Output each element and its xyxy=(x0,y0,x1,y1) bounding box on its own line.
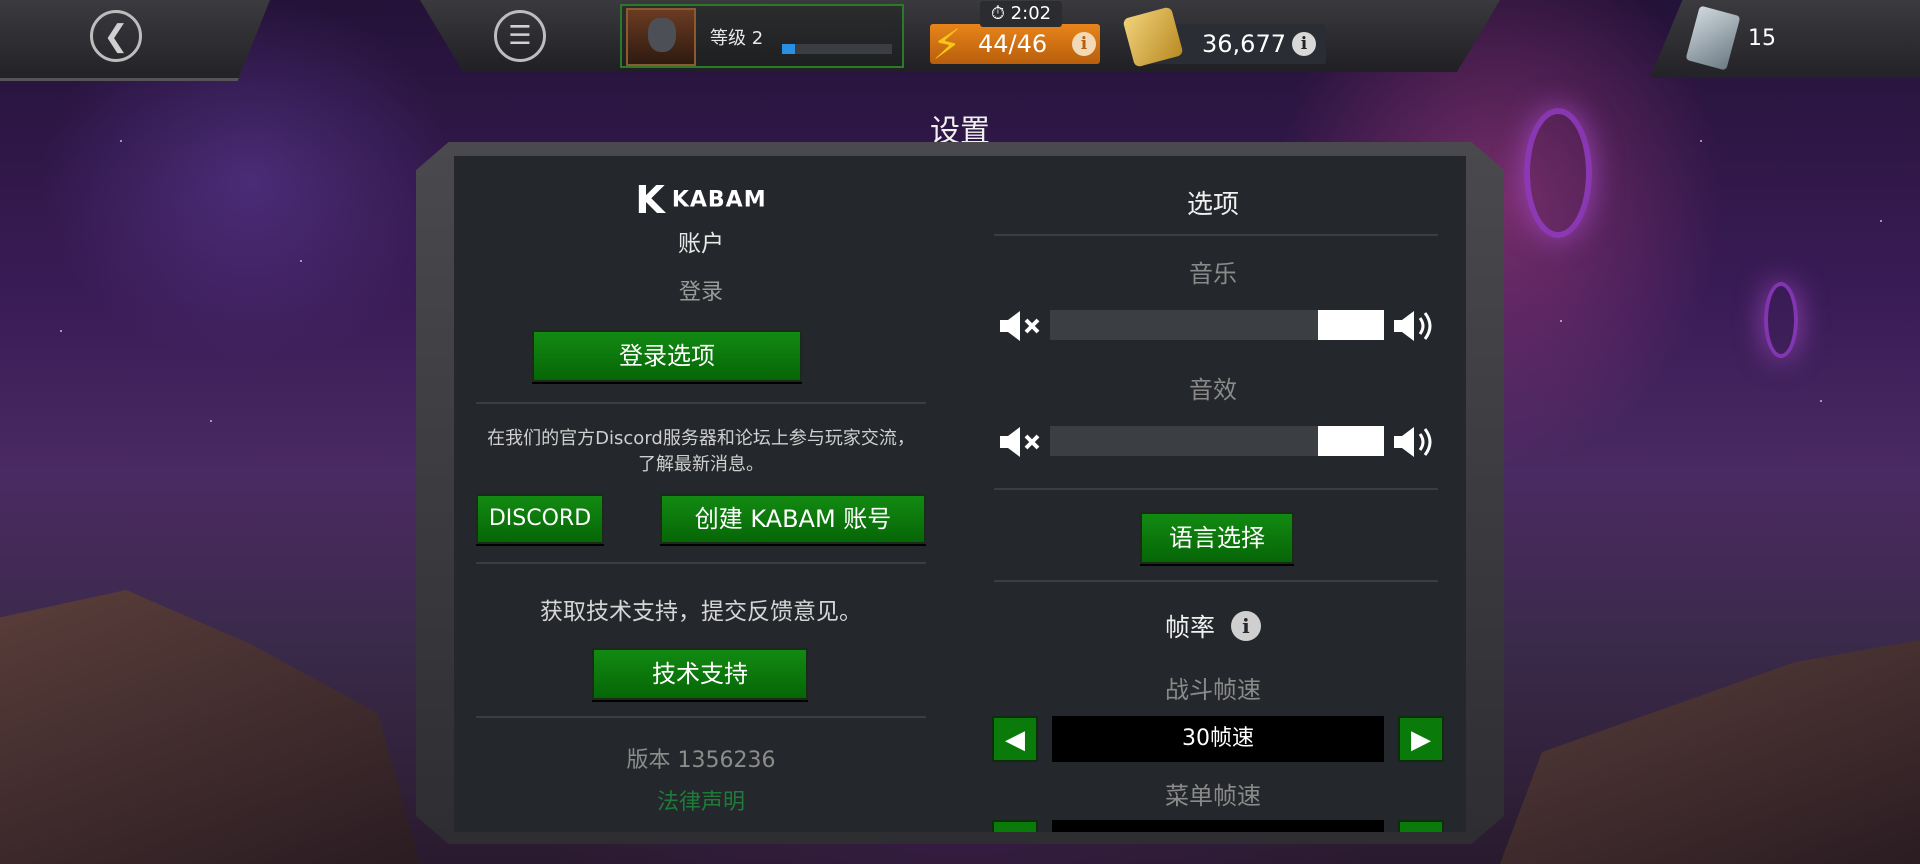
energy-info-icon[interactable]: i xyxy=(1072,32,1096,56)
battle-fps-value: 30帧速 xyxy=(1052,716,1384,762)
legal-link[interactable]: 法律声明 xyxy=(454,784,948,816)
speaker-mute-icon[interactable] xyxy=(998,424,1044,460)
menu-button[interactable]: ☰ xyxy=(494,10,546,62)
battle-fps-increase-button[interactable]: ▶ xyxy=(1398,716,1444,762)
sfx-volume-slider[interactable] xyxy=(1050,426,1384,456)
player-level-box[interactable]: 等级 2 xyxy=(620,4,904,68)
sfx-slider-thumb[interactable] xyxy=(1318,426,1384,456)
tech-support-button[interactable]: 技术支持 xyxy=(592,648,808,700)
music-volume-slider[interactable] xyxy=(1050,310,1384,340)
battle-fps-label: 战斗帧速 xyxy=(1165,676,1261,704)
settings-panel: K KABAM 账户 登录 登录选项 在我们的官方Discord服务器和论坛上参与… xyxy=(454,156,1466,832)
create-kabam-account-button[interactable]: 创建 KABAM 账号 xyxy=(660,494,926,544)
account-heading: 账户 xyxy=(678,231,724,257)
crystal-count: 15 xyxy=(1748,26,1776,51)
discord-button[interactable]: DISCORD xyxy=(476,494,604,544)
stopwatch-icon: ⏱ xyxy=(990,3,1005,24)
speaker-volume-icon[interactable] xyxy=(1392,424,1438,460)
back-arrow-icon: ❮ xyxy=(103,18,129,54)
menu-fps-decrease-button[interactable] xyxy=(992,820,1038,832)
language-select-button[interactable]: 语言选择 xyxy=(1140,512,1294,564)
options-heading: 选项 xyxy=(1186,190,1239,220)
divider xyxy=(994,488,1438,490)
rock-right xyxy=(1500,640,1920,864)
arrow-right-icon: ▶ xyxy=(1411,725,1431,755)
menu-fps-increase-button[interactable] xyxy=(1398,820,1444,832)
energy-timer: ⏱ 2:02 xyxy=(980,1,1062,27)
energy-value: 44/46 xyxy=(978,30,1048,58)
speaker-volume-icon[interactable] xyxy=(1392,308,1438,344)
menu-fps-label: 菜单帧速 xyxy=(1165,782,1261,810)
rock-left xyxy=(0,590,420,864)
gold-value: 36,677 xyxy=(1202,30,1286,58)
divider xyxy=(476,562,926,564)
menu-icon: ☰ xyxy=(508,21,532,51)
gold-info-icon[interactable]: i xyxy=(1292,32,1316,56)
level-label: 等级 2 xyxy=(710,28,764,49)
speaker-mute-icon[interactable] xyxy=(998,308,1044,344)
arrow-left-icon: ◀ xyxy=(1005,725,1025,755)
portal-decoration-small xyxy=(1764,282,1798,358)
community-text: 在我们的官方Discord服务器和论坛上参与玩家交流，了解最新消息。 xyxy=(487,428,915,475)
kabam-logo: K KABAM xyxy=(635,178,767,222)
level-progress-bar xyxy=(782,44,892,54)
avatar xyxy=(626,8,696,66)
divider xyxy=(476,402,926,404)
menu-fps-value xyxy=(1052,820,1384,832)
lightning-bolt-icon: ⚡ xyxy=(932,20,962,69)
top-bar: ❮ ☰ 等级 2 ⚡ 44/46 i ⏱ 2:02 36,677 i 15 xyxy=(0,0,1920,81)
kabam-k-icon: K xyxy=(635,178,666,222)
support-text: 获取技术支持，提交反馈意见。 xyxy=(540,599,862,625)
music-slider-thumb[interactable] xyxy=(1318,310,1384,340)
framerate-heading: 帧率 i xyxy=(990,608,1436,644)
battle-fps-decrease-button[interactable]: ◀ xyxy=(992,716,1038,762)
energy-box[interactable]: ⚡ 44/46 i xyxy=(930,20,1100,69)
login-options-button[interactable]: 登录选项 xyxy=(532,330,802,382)
divider xyxy=(476,716,926,718)
sfx-label: 音效 xyxy=(1189,376,1237,404)
music-label: 音乐 xyxy=(1189,260,1237,288)
back-button[interactable]: ❮ xyxy=(90,10,142,62)
divider xyxy=(994,234,1438,236)
divider xyxy=(994,580,1438,582)
framerate-info-icon[interactable]: i xyxy=(1230,611,1261,641)
version-text: 版本 1356236 xyxy=(626,748,776,773)
login-status: 登录 xyxy=(678,280,723,305)
